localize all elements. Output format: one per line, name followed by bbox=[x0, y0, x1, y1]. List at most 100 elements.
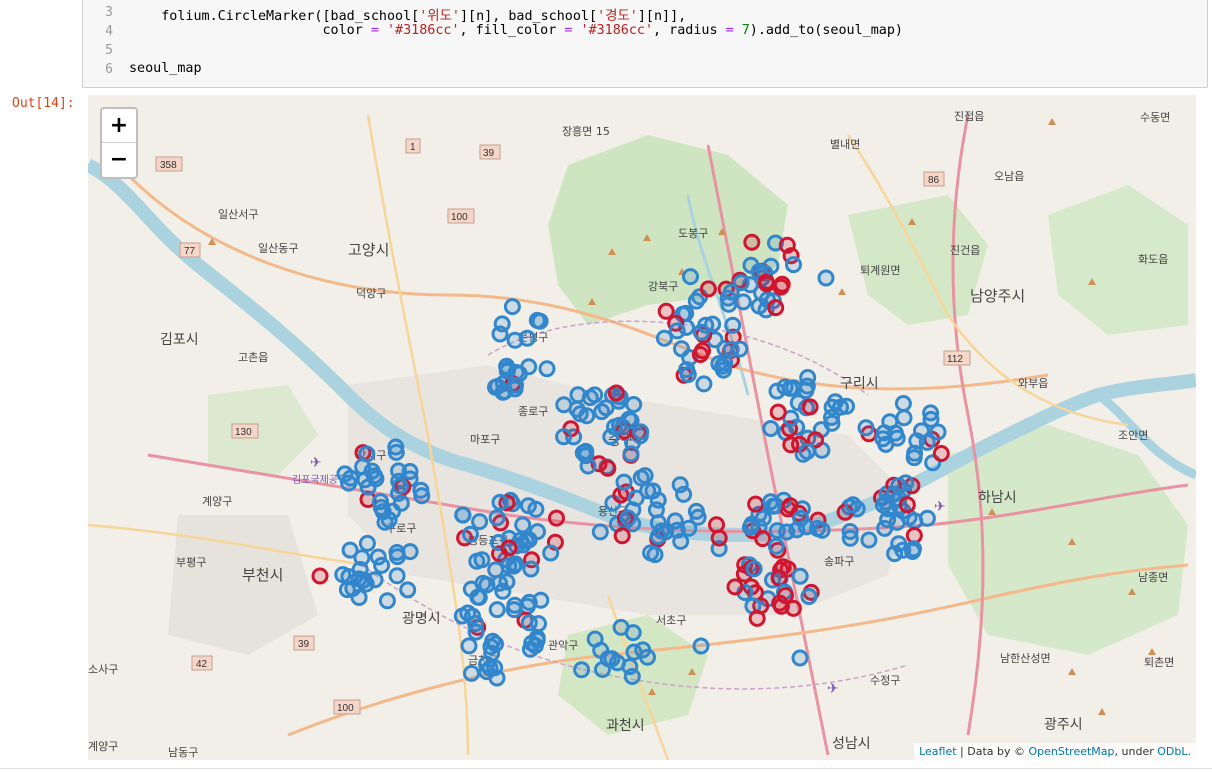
school-marker[interactable] bbox=[372, 493, 389, 511]
school-marker[interactable] bbox=[895, 409, 913, 427]
bad-school-marker[interactable] bbox=[726, 578, 744, 596]
school-marker[interactable] bbox=[514, 536, 532, 554]
zoom-in-button[interactable]: + bbox=[102, 109, 136, 143]
school-marker[interactable] bbox=[768, 522, 786, 540]
school-marker[interactable] bbox=[491, 493, 509, 511]
school-marker[interactable] bbox=[682, 268, 699, 286]
school-marker[interactable] bbox=[503, 298, 521, 316]
school-marker[interactable] bbox=[716, 354, 734, 372]
school-marker[interactable] bbox=[586, 386, 604, 404]
school-marker[interactable] bbox=[467, 623, 485, 641]
school-marker[interactable] bbox=[668, 322, 686, 340]
school-marker[interactable] bbox=[454, 506, 472, 524]
school-marker[interactable] bbox=[913, 422, 930, 440]
bad-school-marker[interactable] bbox=[694, 342, 711, 360]
school-marker[interactable] bbox=[800, 588, 818, 605]
school-marker[interactable] bbox=[724, 316, 742, 334]
school-marker[interactable] bbox=[384, 502, 402, 520]
school-marker[interactable] bbox=[505, 601, 523, 619]
school-marker[interactable] bbox=[358, 534, 376, 552]
school-marker[interactable] bbox=[817, 269, 835, 287]
school-marker[interactable] bbox=[781, 379, 799, 397]
school-marker[interactable] bbox=[798, 377, 816, 395]
school-marker[interactable] bbox=[542, 544, 560, 562]
school-marker[interactable] bbox=[378, 592, 396, 610]
school-marker[interactable] bbox=[470, 588, 488, 606]
school-marker[interactable] bbox=[483, 644, 501, 662]
school-marker[interactable] bbox=[697, 316, 715, 334]
school-marker[interactable] bbox=[679, 366, 697, 383]
school-marker[interactable] bbox=[391, 477, 409, 495]
school-marker[interactable] bbox=[673, 340, 690, 358]
school-marker[interactable] bbox=[357, 575, 375, 593]
school-marker[interactable] bbox=[622, 445, 640, 463]
school-marker[interactable] bbox=[905, 449, 923, 467]
school-marker[interactable] bbox=[791, 567, 809, 585]
school-marker[interactable] bbox=[573, 661, 591, 679]
school-marker[interactable] bbox=[388, 567, 406, 585]
school-marker[interactable] bbox=[578, 407, 596, 425]
odbl-link[interactable]: ODbL bbox=[1157, 745, 1187, 758]
school-marker[interactable] bbox=[462, 525, 479, 543]
school-marker[interactable] bbox=[463, 664, 480, 682]
school-marker[interactable] bbox=[894, 395, 912, 412]
school-marker[interactable] bbox=[689, 508, 707, 526]
school-marker[interactable] bbox=[929, 423, 947, 441]
school-marker[interactable] bbox=[468, 552, 486, 570]
bad-school-marker[interactable] bbox=[781, 497, 799, 515]
bad-school-marker[interactable] bbox=[932, 445, 950, 462]
school-marker[interactable] bbox=[514, 516, 532, 534]
bad-school-marker[interactable] bbox=[758, 275, 776, 293]
school-marker[interactable] bbox=[591, 523, 609, 541]
school-marker[interactable] bbox=[646, 546, 664, 564]
school-marker[interactable] bbox=[668, 521, 686, 539]
school-marker[interactable] bbox=[874, 430, 892, 448]
school-marker[interactable] bbox=[529, 523, 546, 541]
school-marker[interactable] bbox=[624, 624, 642, 642]
school-marker[interactable] bbox=[918, 509, 936, 527]
school-marker[interactable] bbox=[528, 629, 546, 647]
school-marker[interactable] bbox=[538, 360, 556, 378]
bad-school-marker[interactable] bbox=[898, 496, 916, 514]
bad-school-marker[interactable] bbox=[699, 280, 717, 298]
school-marker[interactable] bbox=[464, 607, 481, 625]
school-marker[interactable] bbox=[506, 331, 524, 349]
school-marker[interactable] bbox=[750, 297, 768, 315]
school-marker[interactable] bbox=[890, 477, 908, 495]
bad-school-marker[interactable] bbox=[767, 299, 785, 317]
school-marker[interactable] bbox=[615, 473, 633, 491]
school-marker[interactable] bbox=[623, 668, 641, 685]
school-marker[interactable] bbox=[762, 257, 780, 275]
school-marker[interactable] bbox=[798, 443, 816, 460]
bad-school-marker[interactable] bbox=[772, 278, 790, 296]
school-marker[interactable] bbox=[888, 429, 906, 447]
school-marker[interactable] bbox=[745, 560, 763, 578]
bad-school-marker[interactable] bbox=[613, 527, 631, 545]
bad-school-marker[interactable] bbox=[754, 530, 772, 548]
bad-school-marker[interactable] bbox=[778, 236, 796, 254]
school-marker[interactable] bbox=[519, 497, 537, 515]
school-marker[interactable] bbox=[488, 601, 506, 619]
bad-school-marker[interactable] bbox=[743, 233, 761, 251]
school-marker[interactable] bbox=[860, 531, 878, 549]
school-marker[interactable] bbox=[353, 549, 371, 567]
school-marker[interactable] bbox=[555, 428, 573, 446]
school-marker[interactable] bbox=[647, 501, 665, 519]
school-marker[interactable] bbox=[762, 420, 780, 437]
school-marker[interactable] bbox=[412, 481, 430, 499]
school-marker[interactable] bbox=[500, 557, 518, 575]
bad-school-marker[interactable] bbox=[771, 594, 789, 612]
school-marker[interactable] bbox=[742, 256, 760, 274]
school-marker[interactable] bbox=[488, 669, 506, 687]
school-marker[interactable] bbox=[586, 630, 604, 648]
school-marker[interactable] bbox=[636, 467, 654, 485]
bad-school-marker[interactable] bbox=[747, 495, 765, 513]
school-marker[interactable] bbox=[719, 289, 737, 307]
school-marker[interactable] bbox=[602, 428, 620, 446]
openstreetmap-link[interactable]: OpenStreetMap bbox=[1029, 745, 1115, 758]
school-marker[interactable] bbox=[619, 509, 637, 527]
bad-school-marker[interactable] bbox=[769, 403, 787, 421]
school-marker[interactable] bbox=[722, 341, 740, 358]
bad-school-marker[interactable] bbox=[311, 567, 329, 585]
school-marker[interactable] bbox=[528, 311, 546, 329]
